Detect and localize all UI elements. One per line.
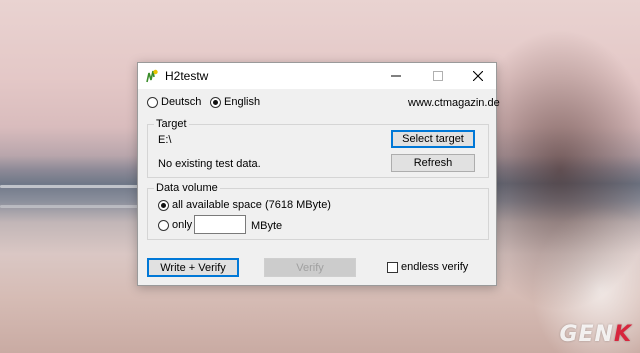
target-status: No existing test data. bbox=[158, 158, 261, 170]
minimize-icon bbox=[391, 75, 401, 77]
radio-english[interactable] bbox=[210, 96, 221, 108]
radio-only[interactable] bbox=[158, 219, 169, 231]
h2testw-window: H2testw Deutsch English www.ctmagazin.de… bbox=[137, 62, 500, 286]
data-volume-group: Data volume all available space (7618 MB… bbox=[147, 182, 489, 240]
endless-verify-checkbox[interactable] bbox=[387, 261, 398, 273]
genk-watermark: GENK bbox=[559, 322, 632, 347]
only-option[interactable]: only bbox=[158, 219, 192, 231]
close-icon bbox=[473, 71, 483, 81]
mbyte-size-input[interactable] bbox=[194, 215, 246, 234]
maximize-button[interactable] bbox=[418, 63, 458, 89]
write-verify-button[interactable]: Write + Verify bbox=[147, 258, 239, 277]
target-group-title: Target bbox=[154, 118, 189, 130]
select-target-button[interactable]: Select target bbox=[391, 130, 475, 148]
h2testw-app-icon bbox=[146, 69, 158, 83]
maximize-icon bbox=[433, 71, 443, 81]
endless-verify-option[interactable]: endless verify bbox=[387, 261, 468, 273]
mbyte-unit-label: MByte bbox=[251, 220, 283, 232]
language-deutsch-option[interactable]: Deutsch bbox=[147, 96, 201, 108]
all-space-option[interactable]: all available space (7618 MByte) bbox=[158, 199, 331, 211]
data-volume-group-title: Data volume bbox=[154, 182, 220, 194]
refresh-button[interactable]: Refresh bbox=[391, 154, 475, 172]
verify-button[interactable]: Verify bbox=[264, 258, 356, 277]
language-english-option[interactable]: English bbox=[210, 96, 260, 108]
window-title: H2testw bbox=[165, 69, 209, 83]
radio-deutsch[interactable] bbox=[147, 96, 158, 108]
close-button[interactable] bbox=[458, 63, 498, 89]
title-bar[interactable]: H2testw bbox=[138, 63, 496, 89]
target-path: E:\ bbox=[158, 134, 172, 146]
minimize-button[interactable] bbox=[376, 63, 416, 89]
target-group: Target E:\ No existing test data. Select… bbox=[147, 118, 489, 178]
radio-all-space[interactable] bbox=[158, 199, 169, 211]
website-label: www.ctmagazin.de bbox=[408, 97, 500, 109]
